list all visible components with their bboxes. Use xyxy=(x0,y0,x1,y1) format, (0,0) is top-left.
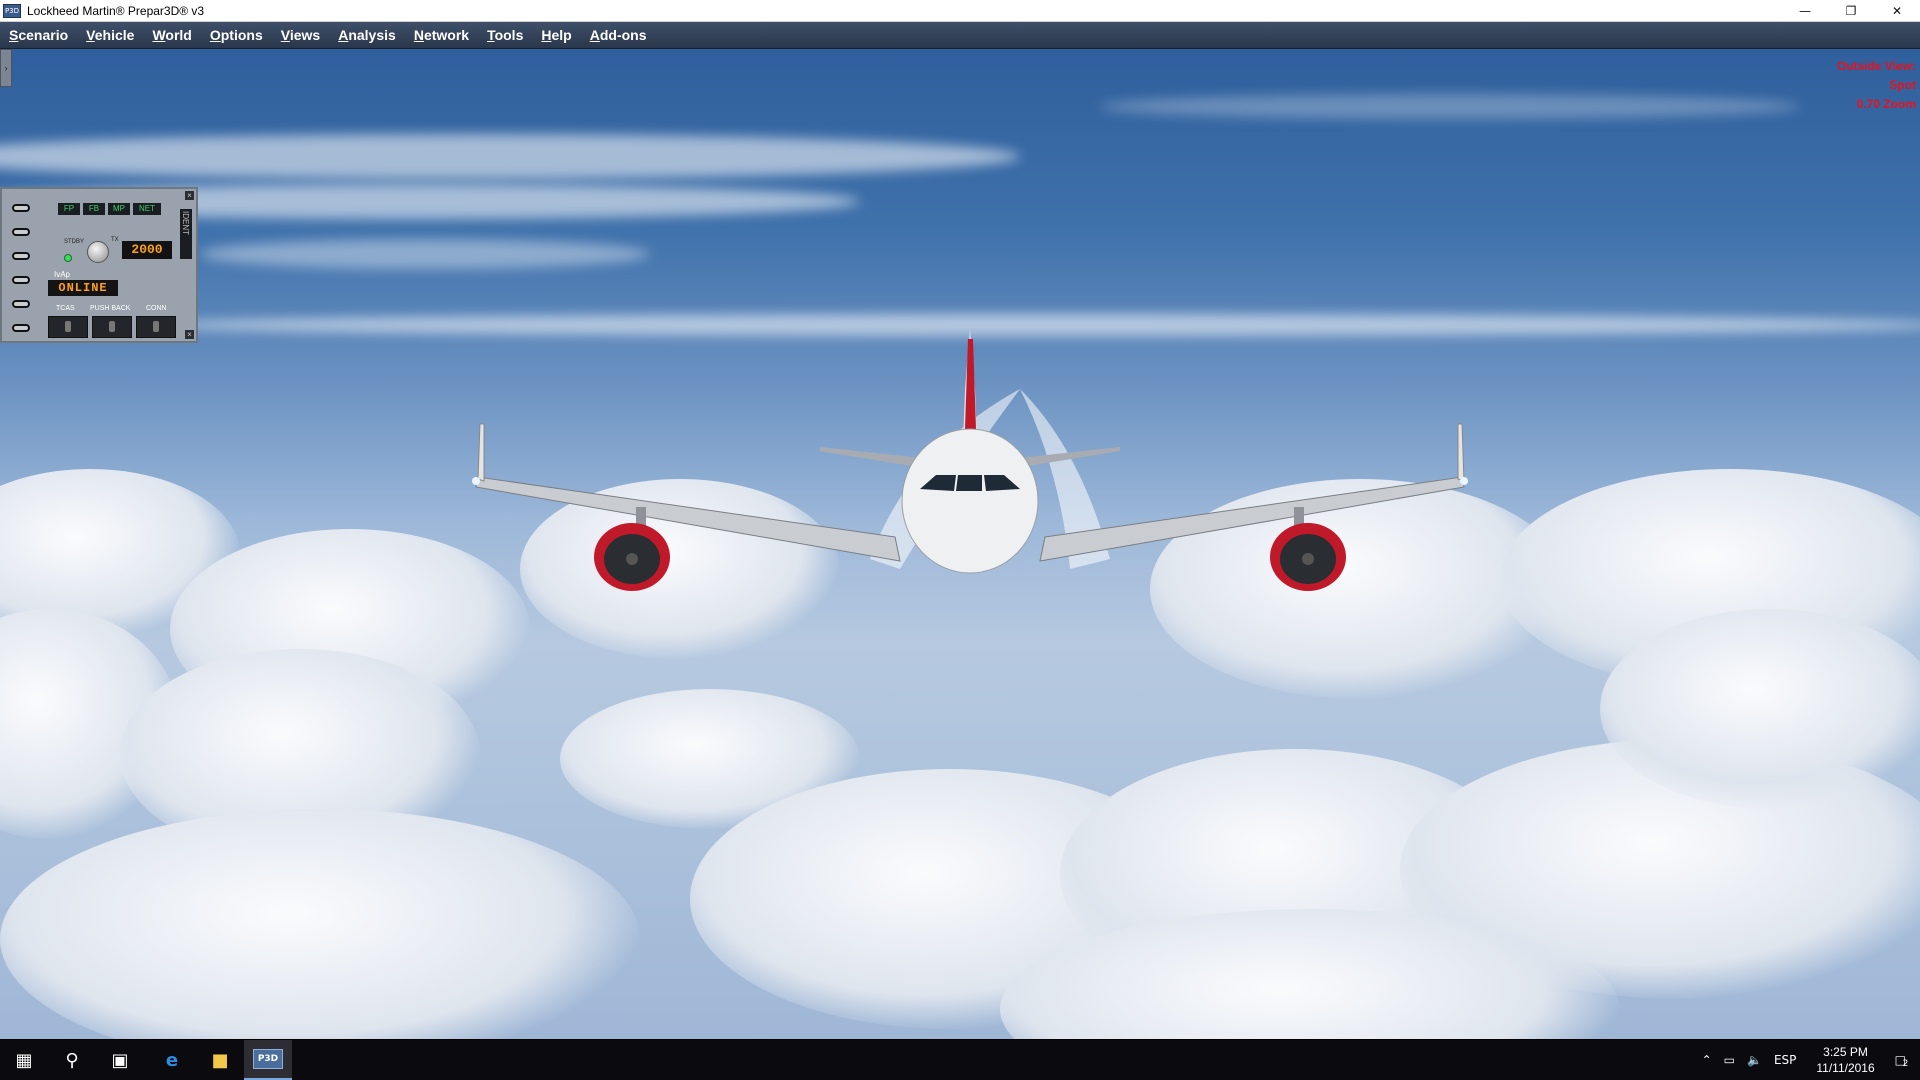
edge-icon: e xyxy=(165,1049,179,1071)
search-button[interactable]: ⚲ xyxy=(48,1040,96,1080)
edge-button[interactable]: e xyxy=(148,1040,196,1080)
file-explorer-button[interactable]: ■ xyxy=(196,1040,244,1080)
cloud xyxy=(1600,609,1920,809)
menu-scenario[interactable]: Scenario xyxy=(0,27,77,43)
conn-label: CONN xyxy=(146,305,167,312)
cloud xyxy=(0,809,640,1039)
status-led-icon xyxy=(64,254,72,262)
chevron-up-icon[interactable]: ⌃ xyxy=(1702,1053,1712,1067)
close-button[interactable]: ✕ xyxy=(1874,0,1920,22)
mode-knob[interactable] xyxy=(87,241,109,263)
folder-icon: ■ xyxy=(211,1049,229,1071)
panel-switch[interactable] xyxy=(10,297,32,311)
prepar3d-taskbar-button[interactable]: P3D xyxy=(244,1040,292,1080)
conn-button[interactable] xyxy=(136,316,176,338)
window-title: Lockheed Martin® Prepar3D® v3 xyxy=(27,3,205,18)
title-bar: P3D Lockheed Martin® Prepar3D® v3 — ❐ ✕ xyxy=(0,0,1920,22)
volume-icon[interactable]: 🔈 xyxy=(1747,1053,1762,1067)
restore-button[interactable]: ❐ xyxy=(1828,0,1874,22)
menu-analysis[interactable]: Analysis xyxy=(329,27,405,43)
task-view-button[interactable]: ▣ xyxy=(96,1040,144,1080)
sim-viewport[interactable]: Outside View: Spot 0.70 Zoom › xyxy=(0,49,1920,1039)
cloud-streak xyxy=(0,134,1020,179)
view-info-overlay: Outside View: Spot 0.70 Zoom xyxy=(1837,57,1916,114)
panel-close-icon[interactable]: × xyxy=(185,191,194,200)
menu-tools[interactable]: Tools xyxy=(478,27,532,43)
transponder-code[interactable]: 2000 xyxy=(122,241,172,259)
panel-switch[interactable] xyxy=(10,321,32,335)
stdby-label: STDBY xyxy=(64,239,85,245)
cloud-streak xyxy=(1100,94,1800,119)
ident-label: IDENT xyxy=(181,211,190,235)
notification-count: 2 xyxy=(1902,1059,1909,1069)
view-mode-label: Outside View: xyxy=(1836,59,1916,73)
windows-icon: ▦ xyxy=(15,1049,33,1071)
menu-network[interactable]: Network xyxy=(405,27,478,43)
menu-vehicle[interactable]: Vehicle xyxy=(77,27,143,43)
panel-switch[interactable] xyxy=(10,201,32,215)
panel-switch[interactable] xyxy=(10,273,32,287)
clock[interactable]: 3:25 PM 11/11/2016 xyxy=(1816,1044,1874,1076)
tab-fb[interactable]: FB xyxy=(83,203,105,215)
start-button[interactable]: ▦ xyxy=(0,1040,48,1080)
panel-switch[interactable] xyxy=(10,249,32,263)
pushback-label: PUSH BACK xyxy=(90,305,131,312)
menu-addons[interactable]: Add-ons xyxy=(581,27,656,43)
language-indicator[interactable]: ESP xyxy=(1774,1053,1796,1067)
search-icon: ⚲ xyxy=(65,1049,79,1071)
cloud-streak xyxy=(200,239,650,269)
view-name: Spot xyxy=(1889,78,1916,92)
ident-button[interactable]: IDENT xyxy=(180,209,192,259)
taskbar: ▦ ⚲ ▣ e ■ P3D ⌃ ▭ 🔈 ESP 3:25 PM 11/11/20… xyxy=(0,1040,1920,1080)
app-icon: P3D xyxy=(3,3,21,18)
aircraft xyxy=(472,329,1468,591)
tab-net[interactable]: NET xyxy=(133,203,161,215)
clock-date: 11/11/2016 xyxy=(1816,1061,1875,1075)
menu-bar: Scenario Vehicle World Options Views Ana… xyxy=(0,22,1920,49)
system-tray: ⌃ ▭ 🔈 ESP 3:25 PM 11/11/2016 □ 2 xyxy=(1696,1040,1920,1080)
menu-options[interactable]: Options xyxy=(201,27,272,43)
restore-icon: ❐ xyxy=(1845,4,1857,18)
zoom-level: 0.70 Zoom xyxy=(1856,97,1916,111)
menu-world[interactable]: World xyxy=(143,27,200,43)
tab-mp[interactable]: MP xyxy=(108,203,130,215)
minimize-icon: — xyxy=(1799,4,1811,18)
tab-fp[interactable]: FP xyxy=(58,203,80,215)
tcas-label: TCAS xyxy=(56,305,75,312)
panel-switch[interactable] xyxy=(10,225,32,239)
notification-button[interactable]: □ 2 xyxy=(1895,1053,1909,1069)
pushback-button[interactable] xyxy=(92,316,132,338)
panel-expand-tab[interactable]: › xyxy=(0,49,12,87)
ivap-label: IvAp xyxy=(54,270,71,279)
minimize-button[interactable]: — xyxy=(1782,0,1828,22)
tx-label: TX xyxy=(111,237,119,243)
prepar3d-icon: P3D xyxy=(253,1049,283,1069)
connection-status: ONLINE xyxy=(48,280,118,296)
window-controls: — ❐ ✕ xyxy=(1782,0,1920,22)
menu-help[interactable]: Help xyxy=(532,27,580,43)
panel-close-icon[interactable]: × xyxy=(185,330,194,339)
task-view-icon: ▣ xyxy=(111,1049,129,1071)
tcas-button[interactable] xyxy=(48,316,88,338)
menu-views[interactable]: Views xyxy=(272,27,329,43)
clock-time: 3:25 PM xyxy=(1823,1045,1868,1059)
ivap-panel[interactable]: FP FB MP NET STDBY TX 2000 IDENT IvAp ON… xyxy=(0,187,198,343)
panel-tabs: FP FB MP NET xyxy=(58,203,164,215)
close-icon: ✕ xyxy=(1891,4,1903,18)
network-icon[interactable]: ▭ xyxy=(1724,1053,1735,1067)
